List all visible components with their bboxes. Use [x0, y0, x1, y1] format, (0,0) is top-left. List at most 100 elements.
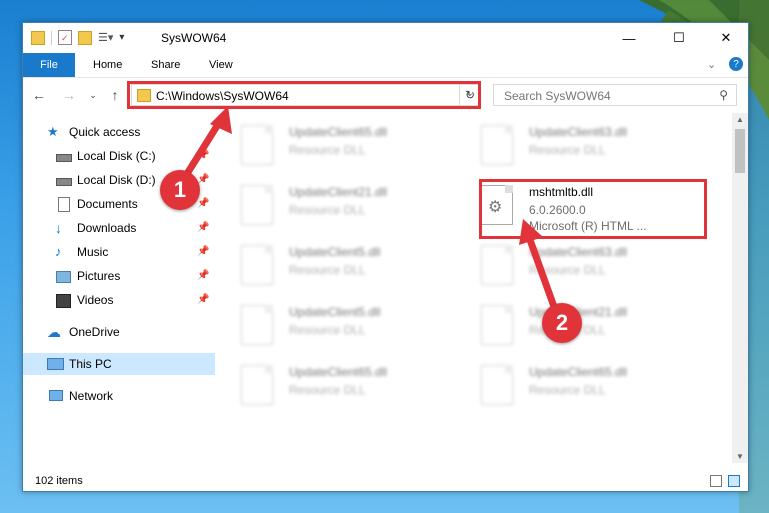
- file-description: Resource DLL: [529, 383, 606, 397]
- file-name: UpdateClient65.dll: [289, 365, 388, 379]
- file-name: UpdateClient63.dll: [529, 125, 628, 139]
- sidebar-item-videos[interactable]: Videos 📌: [23, 289, 215, 311]
- sidebar-item-this-pc[interactable]: This PC: [23, 353, 215, 375]
- up-arrow-icon[interactable]: ↑: [105, 85, 125, 105]
- dll-file-icon: [241, 245, 273, 285]
- ribbon-tabs: File Home Share View ⌄ ?: [23, 53, 748, 78]
- sidebar-item-music[interactable]: ♪ Music 📌: [23, 241, 215, 263]
- file-name: UpdateClient5.dll: [289, 305, 381, 319]
- pin-icon: 📌: [197, 270, 210, 281]
- dll-file-icon: [481, 245, 513, 285]
- drive-icon: [55, 148, 72, 164]
- properties-icon[interactable]: ✓: [58, 30, 72, 45]
- documents-icon: [55, 196, 71, 212]
- tab-home[interactable]: Home: [93, 53, 122, 77]
- chevron-down-icon[interactable]: ⌄: [707, 58, 716, 71]
- file-description: Resource DLL: [289, 203, 366, 217]
- folder-icon: [31, 30, 45, 45]
- sidebar-item-label: Local Disk (D:): [77, 173, 156, 187]
- scrollbar-thumb[interactable]: [735, 129, 745, 173]
- sidebar-item-onedrive[interactable]: ☁ OneDrive: [23, 321, 215, 343]
- videos-icon: [55, 292, 71, 308]
- list-item[interactable]: UpdateClient21.dll Resource DLL: [223, 179, 453, 235]
- new-folder-icon[interactable]: [78, 30, 92, 45]
- search-box[interactable]: ⚲: [493, 84, 737, 106]
- recent-locations-icon[interactable]: ⌄: [83, 85, 103, 105]
- file-description: Resource DLL: [289, 383, 366, 397]
- sidebar-item-label: Pictures: [77, 269, 121, 283]
- help-icon[interactable]: ?: [729, 57, 743, 71]
- file-name: UpdateClient65.dll: [289, 125, 388, 139]
- file-highlight-box: [479, 179, 707, 239]
- customize-toolbar-icon[interactable]: ☰▾: [98, 31, 113, 44]
- sidebar-item-label: This PC: [69, 357, 112, 371]
- status-bar: 102 items: [23, 471, 748, 493]
- sidebar-item-label: Downloads: [77, 221, 137, 235]
- pin-icon: 📌: [197, 294, 210, 305]
- dll-file-icon: [241, 305, 273, 345]
- list-item[interactable]: UpdateClient65.dll Resource DLL: [223, 359, 453, 415]
- sidebar-item-label: Documents: [77, 197, 138, 211]
- title-bar: ✓ ☰▾ ▾ SysWOW64 — ☐ ✕: [23, 23, 748, 53]
- maximize-button[interactable]: ☐: [656, 23, 702, 53]
- sidebar-item-label: OneDrive: [69, 325, 120, 339]
- dll-file-icon: [481, 365, 513, 405]
- item-count: 102 items: [35, 475, 83, 487]
- sidebar-item-label: Local Disk (C:): [77, 149, 156, 163]
- scroll-up-icon[interactable]: ▲: [736, 115, 744, 124]
- list-item[interactable]: UpdateClient63.dll Resource DLL: [463, 119, 693, 175]
- dll-file-icon: [481, 125, 513, 165]
- list-item[interactable]: UpdateClient65.dll Resource DLL: [463, 359, 693, 415]
- pictures-icon: [55, 268, 71, 284]
- dll-file-icon: [241, 365, 273, 405]
- pin-icon: 📌: [197, 222, 210, 233]
- file-description: Resource DLL: [529, 143, 606, 157]
- dll-file-icon: [481, 305, 513, 345]
- scroll-down-icon[interactable]: ▼: [736, 452, 744, 461]
- quick-access-toolbar: ✓ ☰▾ ▾: [31, 30, 124, 45]
- back-arrow-icon[interactable]: ←: [29, 85, 49, 105]
- file-name: UpdateClient65.dll: [529, 365, 628, 379]
- window-title: SysWOW64: [161, 31, 227, 45]
- step-2-badge: 2: [542, 303, 582, 343]
- file-description: Resource DLL: [289, 263, 366, 277]
- sidebar-item-label: Videos: [77, 293, 114, 307]
- file-description: Resource DLL: [289, 323, 366, 337]
- large-icons-view-icon[interactable]: [728, 475, 740, 487]
- file-list: UpdateClient65.dll Resource DLL UpdateCl…: [223, 113, 733, 463]
- close-button[interactable]: ✕: [703, 23, 749, 53]
- network-icon: [47, 388, 63, 404]
- list-item[interactable]: UpdateClient5.dll Resource DLL: [223, 239, 453, 295]
- explorer-window: ✓ ☰▾ ▾ SysWOW64 — ☐ ✕ File Home Share Vi…: [22, 22, 749, 492]
- search-icon[interactable]: ⚲: [719, 88, 728, 102]
- sidebar-item-pictures[interactable]: Pictures 📌: [23, 265, 215, 287]
- search-input[interactable]: [502, 88, 706, 104]
- minimize-button[interactable]: —: [606, 23, 652, 53]
- file-tab[interactable]: File: [23, 53, 75, 77]
- list-item[interactable]: UpdateClient5.dll Resource DLL: [223, 299, 453, 355]
- download-icon: ↓: [55, 220, 62, 236]
- vertical-scrollbar[interactable]: ▲ ▼: [732, 113, 748, 463]
- navigation-bar: ← → ⌄ ↑ C:\Windows\SysWOW64 ⌄ ↻ ⚲: [23, 79, 748, 113]
- star-icon: ★: [47, 124, 59, 139]
- cloud-icon: ☁: [47, 324, 61, 340]
- separator: [51, 30, 52, 45]
- sidebar-item-label: Quick access: [69, 125, 141, 139]
- sidebar-item-network[interactable]: Network: [23, 385, 215, 407]
- file-description: Resource DLL: [289, 143, 366, 157]
- details-view-icon[interactable]: [710, 475, 722, 487]
- step-1-badge: 1: [160, 170, 200, 210]
- forward-arrow-icon[interactable]: →: [59, 85, 79, 105]
- list-item[interactable]: UpdateClient63.dll Resource DLL: [463, 239, 693, 295]
- tab-view[interactable]: View: [209, 53, 233, 77]
- sidebar-item-downloads[interactable]: ↓ Downloads 📌: [23, 217, 215, 239]
- file-name: UpdateClient5.dll: [289, 245, 381, 259]
- sidebar-item-label: Music: [77, 245, 109, 259]
- pin-icon: 📌: [197, 246, 210, 257]
- toolbar-dropdown-icon[interactable]: ▾: [119, 32, 124, 43]
- list-item[interactable]: UpdateClient65.dll Resource DLL: [223, 119, 453, 175]
- tab-share[interactable]: Share: [151, 53, 180, 77]
- sidebar-item-label: Network: [69, 389, 114, 403]
- music-icon: ♪: [55, 244, 62, 259]
- file-name: UpdateClient21.dll: [289, 185, 388, 199]
